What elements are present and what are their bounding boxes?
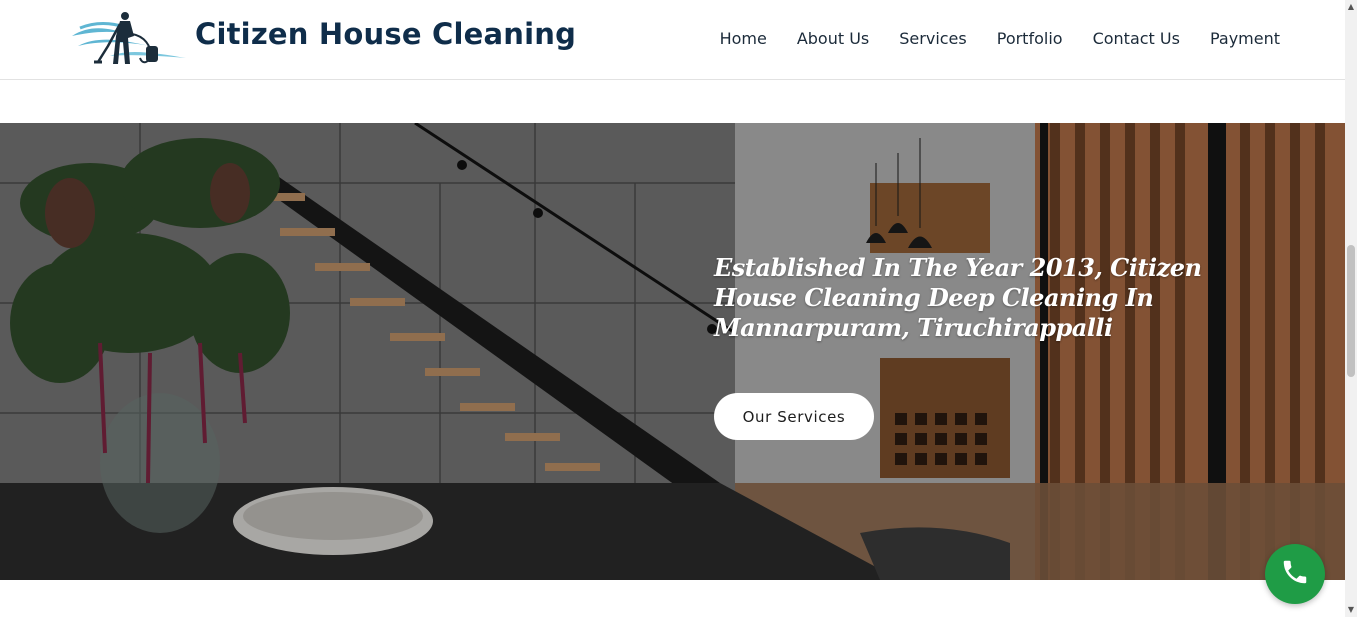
call-button[interactable] (1265, 544, 1325, 604)
hero-banner: Established In The Year 2013, Citizen Ho… (0, 123, 1345, 580)
nav-contact-us[interactable]: Contact Us (1093, 29, 1180, 48)
nav-home[interactable]: Home (720, 29, 767, 48)
hero-title: Established In The Year 2013, Citizen Ho… (714, 253, 1202, 342)
main-nav: Home About Us Services Portfolio Contact… (720, 29, 1280, 48)
site-header: Citizen House Cleaning Home About Us Ser… (0, 0, 1345, 80)
page: Citizen House Cleaning Home About Us Ser… (0, 0, 1357, 617)
brand-name[interactable]: Citizen House Cleaning (195, 17, 576, 51)
cleaner-vacuum-logo-icon[interactable] (70, 6, 188, 70)
nav-portfolio[interactable]: Portfolio (997, 29, 1063, 48)
our-services-button[interactable]: Our Services (714, 393, 874, 440)
scroll-down-arrow-icon[interactable]: ▼ (1345, 605, 1357, 615)
phone-icon (1280, 557, 1310, 591)
hero-background-image (0, 123, 1345, 580)
scroll-up-arrow-icon[interactable]: ▲ (1345, 2, 1357, 12)
nav-services[interactable]: Services (899, 29, 966, 48)
nav-about-us[interactable]: About Us (797, 29, 869, 48)
scrollbar-thumb[interactable] (1347, 245, 1355, 377)
nav-payment[interactable]: Payment (1210, 29, 1280, 48)
vertical-scrollbar[interactable]: ▲ ▼ (1345, 0, 1357, 617)
